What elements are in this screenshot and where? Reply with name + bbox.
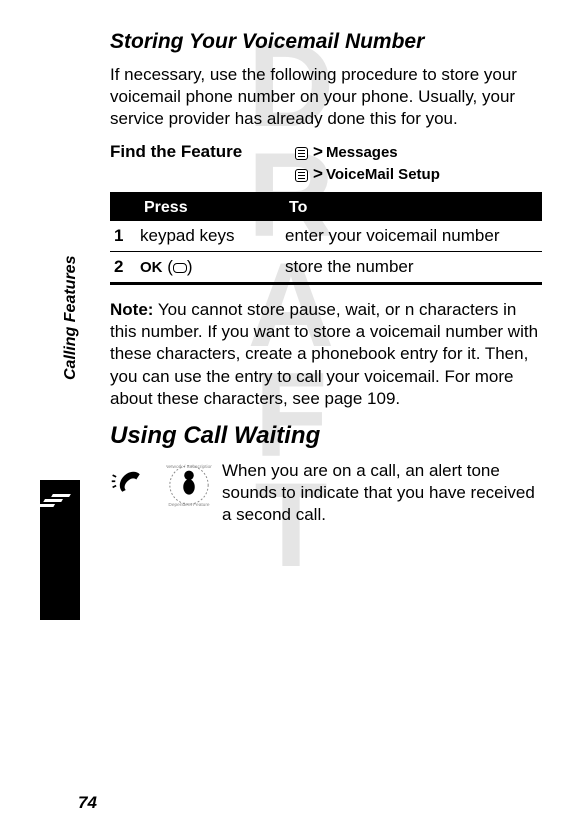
sidebar-section-label: Calling Features <box>62 256 80 380</box>
sidebar-tab-indicator <box>40 480 80 620</box>
step-to: enter your voicemail number <box>285 226 542 246</box>
menu-path-messages: Messages <box>326 144 398 161</box>
call-waiting-content: Network / Subscription Dependent Feature… <box>110 460 542 526</box>
ok-key-label: OK <box>140 259 163 276</box>
step-number: 2 <box>110 257 140 277</box>
note-label: Note: <box>110 300 153 319</box>
separator-icon: > <box>313 164 323 183</box>
step-press: keypad keys <box>140 226 285 246</box>
find-feature-label: Find the Feature <box>110 142 295 184</box>
call-waiting-text: When you are on a call, an alert tone so… <box>222 460 542 526</box>
network-subscription-icon: Network / Subscription Dependent Feature <box>166 462 212 508</box>
svg-text:Network / Subscription: Network / Subscription <box>166 464 212 470</box>
section-title-call-waiting: Using Call Waiting <box>110 422 542 450</box>
steps-table: Press To 1 keypad keys enter your voicem… <box>110 192 542 285</box>
note-text: You cannot store pause, wait, or n chara… <box>110 300 538 407</box>
note-paragraph: Note: You cannot store pause, wait, or n… <box>110 299 542 409</box>
menu-icon <box>295 147 308 160</box>
menu-path-voicemail-setup: VoiceMail Setup <box>326 166 440 183</box>
header-to: To <box>285 199 542 217</box>
svg-text:Dependent Feature: Dependent Feature <box>168 502 210 508</box>
page-content: Storing Your Voicemail Number If necessa… <box>0 0 582 546</box>
softkey-icon <box>173 263 187 273</box>
phone-icon <box>110 462 156 508</box>
menu-icon <box>295 169 308 182</box>
section-title-voicemail: Storing Your Voicemail Number <box>110 30 542 54</box>
table-header: Press To <box>110 195 542 221</box>
page-number: 74 <box>78 793 97 813</box>
step-press: OK () <box>140 257 285 277</box>
table-row: 2 OK () store the number <box>110 252 542 282</box>
step-number: 1 <box>110 226 140 246</box>
intro-paragraph: If necessary, use the following procedur… <box>110 64 542 130</box>
feature-paths: >Messages >VoiceMail Setup <box>295 142 440 184</box>
step-to: store the number <box>285 257 542 277</box>
table-row: 1 keypad keys enter your voicemail numbe… <box>110 221 542 252</box>
find-feature-row: Find the Feature >Messages >VoiceMail Se… <box>110 142 542 184</box>
separator-icon: > <box>313 142 323 161</box>
header-press: Press <box>140 199 285 217</box>
